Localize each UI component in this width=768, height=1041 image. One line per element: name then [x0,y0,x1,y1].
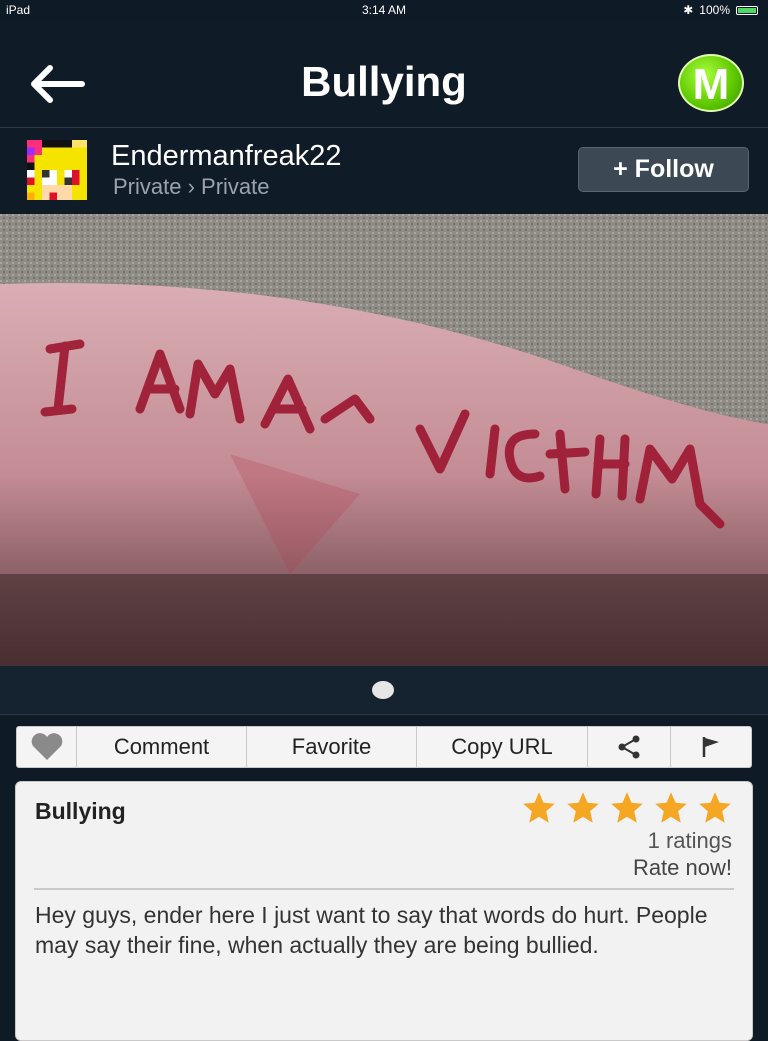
report-button[interactable] [671,727,751,767]
image-pagination [0,666,768,715]
rate-now-link[interactable]: Rate now! [633,855,732,881]
status-time: 3:14 AM [361,3,407,17]
favorite-button[interactable]: Favorite [247,727,417,767]
ratings-count: 1 ratings [647,828,732,853]
action-bar: Comment Favorite Copy URL [16,726,752,768]
like-button[interactable] [17,727,77,767]
author-bar: Endermanfreak22 Private › Private + Foll… [0,128,768,213]
post-photo [0,214,768,666]
post-description: Hey guys, ender here I just want to say … [35,902,708,958]
star-icon[interactable] [608,790,646,826]
star-icon[interactable] [696,790,734,826]
post-image[interactable] [0,214,768,666]
share-icon [618,735,640,759]
category-breadcrumb[interactable]: Private › Private [113,174,270,200]
post-title: Bullying [35,798,126,824]
page-dot-active[interactable] [372,681,394,699]
divider [34,888,734,890]
nav-bar: Bullying M [0,20,768,128]
heart-icon [31,733,62,760]
flag-icon [702,737,719,757]
status-right: ✱ 100% [683,3,758,17]
author-name[interactable]: Endermanfreak22 [111,140,342,173]
copy-url-button[interactable]: Copy URL [417,727,588,767]
star-icon[interactable] [652,790,690,826]
comment-button[interactable]: Comment [77,727,247,767]
bluetooth-icon: ✱ [683,3,694,17]
page-title: Bullying [301,58,467,105]
battery-percent: 100% [699,3,730,17]
app-logo-button[interactable]: M [678,54,744,112]
share-button[interactable] [588,727,671,767]
rating-stars[interactable] [520,790,734,826]
post-card: Bullying 1 ratings Rate now! Hey guys, e… [15,781,753,1041]
follow-button[interactable]: + Follow [578,147,749,192]
avatar[interactable] [23,140,91,200]
status-bar: iPad 3:14 AM ✱ 100% [0,0,768,20]
star-icon[interactable] [520,790,558,826]
battery-icon [736,5,758,15]
star-icon[interactable] [564,790,602,826]
